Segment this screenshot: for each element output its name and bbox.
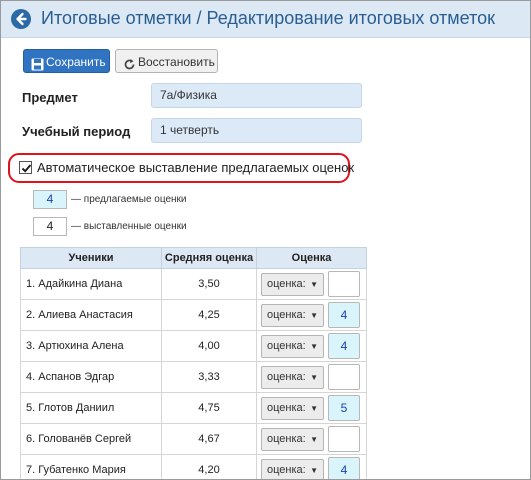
table-row: 2. Алиева Анастасия 4,25 оценка: ▼ 4 — [20, 299, 367, 331]
grade-input[interactable]: 5 — [328, 395, 360, 421]
grade-cell: оценка: ▼ 5 — [256, 392, 367, 424]
grade-select-value: оценка: — [267, 402, 306, 414]
chevron-down-icon: ▼ — [310, 280, 318, 289]
grade-cell: оценка: ▼ — [256, 268, 367, 300]
restore-label: Восстановить — [138, 55, 215, 69]
average-grade: 3,50 — [161, 268, 257, 300]
table-row: 6. Голованёв Сергей 4,67 оценка: ▼ — [20, 423, 367, 455]
grade-select[interactable]: оценка: ▼ — [261, 335, 324, 358]
chevron-down-icon: ▼ — [310, 342, 318, 351]
student-name: 1. Адайкина Диана — [20, 268, 162, 300]
student-name: 4. Аспанов Эдгар — [20, 361, 162, 393]
student-name: 5. Глотов Даниил — [20, 392, 162, 424]
subject-field: 7а/Физика — [151, 83, 362, 108]
grade-select[interactable]: оценка: ▼ — [261, 459, 324, 479]
subject-label: Предмет — [22, 90, 78, 105]
grade-select[interactable]: оценка: ▼ — [261, 273, 324, 296]
chevron-down-icon: ▼ — [310, 466, 318, 475]
save-button[interactable]: Сохранить — [23, 49, 110, 73]
grade-cell: оценка: ▼ — [256, 361, 367, 393]
grade-input[interactable] — [328, 364, 360, 390]
refresh-icon — [123, 55, 136, 79]
legend-suggested-box: 4 — [33, 190, 67, 209]
grade-input[interactable]: 4 — [328, 457, 360, 479]
student-name: 7. Губатенко Мария — [20, 454, 162, 479]
grade-cell: оценка: ▼ 4 — [256, 330, 367, 362]
chevron-down-icon: ▼ — [310, 311, 318, 320]
table-row: 1. Адайкина Диана 3,50 оценка: ▼ — [20, 268, 367, 300]
save-label: Сохранить — [46, 55, 106, 69]
grade-cell: оценка: ▼ 4 — [256, 454, 367, 479]
period-label: Учебный период — [22, 124, 131, 139]
grade-select[interactable]: оценка: ▼ — [261, 397, 324, 420]
period-field: 1 четверть — [151, 118, 362, 143]
average-grade: 4,75 — [161, 392, 257, 424]
restore-button[interactable]: Восстановить — [115, 49, 218, 73]
grade-input[interactable]: 4 — [328, 302, 360, 328]
arrow-left-circle-icon[interactable] — [11, 9, 31, 29]
chevron-down-icon: ▼ — [310, 373, 318, 382]
average-grade: 4,20 — [161, 454, 257, 479]
grade-select-value: оценка: — [267, 340, 306, 352]
page-title: Итоговые отметки / Редактирование итогов… — [41, 8, 495, 28]
legend-assigned-box: 4 — [33, 217, 67, 236]
average-grade: 3,33 — [161, 361, 257, 393]
grade-select-value: оценка: — [267, 464, 306, 476]
legend-suggested-label: — предлагаемые оценки — [71, 194, 187, 205]
grade-select-value: оценка: — [267, 433, 306, 445]
grade-input[interactable] — [328, 426, 360, 452]
student-name: 2. Алиева Анастасия — [20, 299, 162, 331]
save-icon — [31, 55, 44, 79]
table-row: 5. Глотов Даниил 4,75 оценка: ▼ 5 — [20, 392, 367, 424]
chevron-down-icon: ▼ — [310, 404, 318, 413]
auto-grade-label[interactable]: Автоматическое выставление предлагаемых … — [37, 160, 354, 175]
table-row: 4. Аспанов Эдгар 3,33 оценка: ▼ — [20, 361, 367, 393]
table-row: 7. Губатенко Мария 4,20 оценка: ▼ 4 — [20, 454, 367, 479]
header-average: Средняя оценка — [161, 247, 257, 269]
grade-cell: оценка: ▼ — [256, 423, 367, 455]
student-name: 6. Голованёв Сергей — [20, 423, 162, 455]
grade-input[interactable] — [328, 271, 360, 297]
student-name: 3. Артюхина Алена — [20, 330, 162, 362]
auto-grade-checkbox[interactable] — [19, 161, 32, 174]
page-frame: Итоговые отметки / Редактирование итогов… — [0, 0, 531, 480]
grade-select[interactable]: оценка: ▼ — [261, 304, 324, 327]
grade-select[interactable]: оценка: ▼ — [261, 428, 324, 451]
legend-assigned-label: — выставленные оценки — [71, 221, 187, 232]
grade-cell: оценка: ▼ 4 — [256, 299, 367, 331]
grades-table: Ученики Средняя оценка Оценка 1. Адайкин… — [20, 247, 367, 479]
grade-input[interactable]: 4 — [328, 333, 360, 359]
grade-select-value: оценка: — [267, 278, 306, 290]
page-header: Итоговые отметки / Редактирование итогов… — [1, 1, 530, 38]
average-grade: 4,67 — [161, 423, 257, 455]
grade-select-value: оценка: — [267, 371, 306, 383]
header-grade: Оценка — [256, 247, 367, 269]
average-grade: 4,25 — [161, 299, 257, 331]
table-row: 3. Артюхина Алена 4,00 оценка: ▼ 4 — [20, 330, 367, 362]
grade-select-value: оценка: — [267, 309, 306, 321]
average-grade: 4,00 — [161, 330, 257, 362]
grade-select[interactable]: оценка: ▼ — [261, 366, 324, 389]
header-students: Ученики — [20, 247, 162, 269]
chevron-down-icon: ▼ — [310, 435, 318, 444]
